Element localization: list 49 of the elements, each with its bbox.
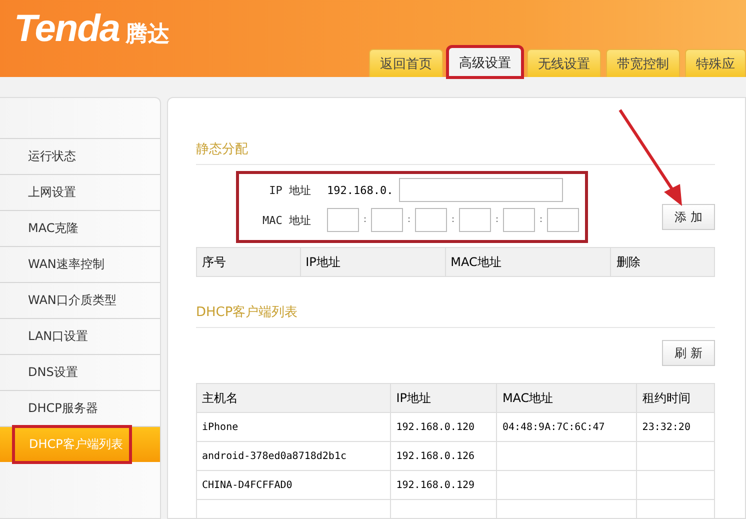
sidebar-item[interactable]: WAN口介质类型 — [0, 282, 160, 318]
field-label: MAC 地址 — [262, 212, 311, 228]
mac-input-field[interactable] — [415, 208, 447, 232]
table-cell: 192.168.0.126 — [390, 442, 497, 470]
separator: : — [450, 215, 456, 225]
column-header: 租约时间 — [636, 384, 714, 412]
separator: : — [406, 215, 412, 225]
refresh-button[interactable]: 刷 新 — [662, 340, 715, 366]
sidebar-item[interactable]: DNS设置 — [0, 354, 160, 390]
sidebar-item[interactable]: LAN口设置 — [0, 318, 160, 354]
column-header: MAC地址 — [496, 384, 637, 412]
section-title: 静态分配 — [196, 140, 715, 165]
mac-input-field[interactable] — [327, 208, 359, 232]
nav-tab[interactable]: 返回首页 — [369, 49, 443, 77]
table-cell: android-378ed0a8718d2b1c — [196, 442, 391, 470]
ip-input-field[interactable] — [399, 178, 564, 202]
add-button[interactable]: 添 加 — [662, 204, 715, 230]
mac-input-field[interactable] — [547, 208, 579, 232]
column-header: IP地址 — [390, 384, 497, 412]
table-cell: 23:32:20 — [636, 412, 714, 442]
separator: : — [362, 215, 368, 225]
table-cell: iPhone — [196, 412, 391, 442]
separator: : — [494, 215, 500, 225]
logo: Tenda — [14, 8, 120, 51]
mac-input-field[interactable] — [371, 208, 403, 232]
sidebar-item[interactable]: 运行状态 — [0, 138, 160, 174]
nav-tab[interactable]: 高级设置 — [448, 47, 522, 77]
sidebar-item[interactable]: MAC克隆 — [0, 210, 160, 246]
sidebar-item[interactable]: 上网设置 — [0, 174, 160, 210]
mac-input-field[interactable] — [459, 208, 491, 232]
table-cell: 192.168.0.129 — [390, 470, 497, 500]
logo-text: 腾达 — [126, 21, 170, 49]
nav-tab[interactable]: 特殊应 — [685, 49, 746, 77]
column-header: 序号 — [196, 248, 300, 276]
table-cell: CHINA-D4FCFFAD0 — [196, 470, 391, 500]
table-cell: 04:48:9A:7C:6C:47 — [496, 412, 637, 442]
nav-tab[interactable]: 无线设置 — [527, 49, 601, 77]
table-cell: 192.168.0.120 — [390, 412, 497, 442]
column-header: MAC地址 — [445, 248, 611, 276]
nav-tab[interactable]: 带宽控制 — [606, 49, 680, 77]
section-title: DHCP客户端列表 — [196, 303, 715, 328]
column-header: 主机名 — [196, 384, 391, 412]
ip-prefix: 192.168.0. — [327, 184, 394, 196]
column-header: IP地址 — [300, 248, 446, 276]
separator: : — [538, 215, 544, 225]
column-header: 删除 — [610, 248, 714, 276]
sidebar-item[interactable]: WAN速率控制 — [0, 246, 160, 282]
field-label: IP 地址 — [268, 182, 311, 198]
mac-input-field[interactable] — [503, 208, 535, 232]
